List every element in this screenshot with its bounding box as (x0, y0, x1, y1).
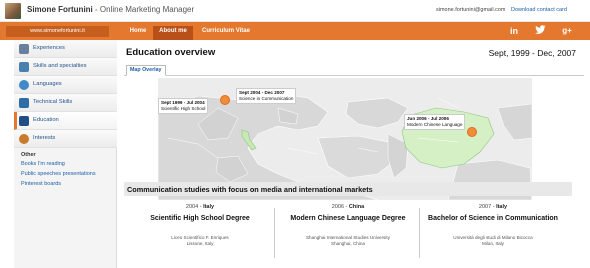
school-info: Liceo Scientifico F. Enriques Lissone, I… (128, 235, 272, 246)
school-city: Shanghai, China (331, 240, 365, 246)
sidebar-item-label: Interests (33, 135, 56, 141)
school-city: Milan, Italy (482, 240, 504, 246)
degree-title: Scientific High School Degree (150, 215, 250, 222)
school-city: Lissone, Italy (186, 240, 214, 246)
sidebar-item-technical-skills[interactable]: Technical Skills (14, 94, 117, 112)
education-icon (19, 116, 29, 126)
callout-desc: Modern Chinese Language (407, 122, 463, 127)
sidebar: Experiences Skills and specialties Langu… (14, 40, 117, 268)
tab-divider (124, 75, 584, 76)
title-separator: - (92, 5, 100, 14)
callout-desc: Scientific High School (161, 106, 206, 111)
nav-home[interactable]: Home (123, 26, 153, 40)
sidebar-item-label: Skills and specialties (33, 63, 87, 69)
education-entry: 2004 - Italy Scientific High School Degr… (128, 201, 272, 268)
map-callout-communication: Sept 2004 - Dec 2007 Science in Communic… (236, 88, 297, 104)
page-title: Education overview (126, 47, 216, 58)
callout-desc: Science in Communication (239, 96, 294, 101)
site-title: Simone Fortunini - Online Marketing Mana… (27, 5, 194, 14)
callout-dates: Jun 2006 - Jul 2006 (407, 116, 449, 121)
main-nav: www.simonefortunini.it Home About me Cur… (0, 22, 590, 40)
callout-dates: Sept 1999 - Jul 2004 (161, 100, 205, 105)
section-header: Communication studies with focus on medi… (124, 182, 572, 196)
map-marker-italy-school[interactable] (220, 95, 230, 105)
education-entry: 2007 - Italy Bachelor of Science in Comm… (421, 201, 565, 268)
country: Italy (496, 204, 508, 210)
school-info: Università degli studi di Milano Bicocca… (421, 235, 565, 246)
year-value: 2007 (478, 204, 492, 210)
callout-dates: Sept 2004 - Dec 2007 (239, 90, 285, 95)
map-callout-high-school: Sept 1999 - Jul 2004 Scientific High Sch… (158, 98, 209, 114)
skills-icon (19, 62, 29, 72)
sidebar-item-skills[interactable]: Skills and specialties (14, 58, 117, 76)
download-contact-card-link[interactable]: Download contact card (511, 7, 567, 13)
degree-title: Modern Chinese Language Degree (290, 215, 406, 222)
page: Simone Fortunini - Online Marketing Mana… (0, 0, 590, 268)
email-address: simone.fortunini@gmail.com (436, 7, 506, 13)
school-name: Shanghai International Studies Universit… (305, 235, 390, 240)
tab-map-overlay[interactable]: Map Overlay (126, 65, 166, 76)
other-link-pinterest[interactable]: Pinterest boards (21, 181, 61, 187)
school-name: Liceo Scientifico F. Enriques (171, 235, 229, 240)
top-header: Simone Fortunini - Online Marketing Mana… (0, 0, 590, 22)
nav-about-me[interactable]: About me (153, 26, 193, 40)
column-divider (274, 208, 275, 258)
other-link-books[interactable]: Books I'm reading (21, 161, 65, 167)
column-divider (419, 208, 420, 258)
country: Italy (203, 204, 215, 210)
section-title: Communication studies with focus on medi… (127, 185, 373, 194)
sidebar-item-experiences[interactable]: Experiences (14, 40, 117, 58)
avatar (5, 3, 21, 19)
sidebar-item-label: Experiences (33, 45, 65, 51)
languages-icon (19, 80, 29, 90)
degree-title: Bachelor of Science in Communication (428, 215, 558, 222)
sidebar-item-languages[interactable]: Languages (14, 76, 117, 94)
sidebar-item-interests[interactable]: Interests (14, 130, 117, 148)
sidebar-item-label: Languages (33, 81, 62, 87)
google-plus-icon[interactable]: g+ (559, 25, 575, 37)
other-link-speeches[interactable]: Public speeches presentations (21, 171, 96, 177)
year-value: 2006 (331, 204, 345, 210)
map-callout-chinese: Jun 2006 - Jul 2006 Modern Chinese Langu… (404, 114, 466, 130)
main-content: Education overview Sept, 1999 - Dec, 200… (122, 40, 584, 268)
experiences-icon (19, 44, 29, 54)
owner-name: Simone Fortunini (27, 5, 93, 14)
education-year: 2004 - Italy (185, 204, 215, 210)
sidebar-item-education[interactable]: Education (14, 112, 117, 130)
linkedin-icon[interactable]: in (508, 25, 520, 37)
school-name: Università degli studi di Milano Bicocca (453, 235, 533, 240)
twitter-icon[interactable] (534, 25, 546, 37)
technical-skills-icon (19, 98, 29, 108)
other-heading: Other (21, 152, 36, 158)
nav-curriculum-vitae[interactable]: Curriculum Vitae (198, 26, 254, 40)
map-marker-china[interactable] (467, 127, 477, 137)
country: China (348, 204, 365, 210)
education-year: 2006 - China (331, 204, 365, 210)
education-entry: 2006 - China Modern Chinese Language Deg… (276, 201, 420, 268)
education-year: 2007 - Italy (478, 204, 508, 210)
sidebar-item-label: Education (33, 117, 59, 123)
sidebar-item-label: Technical Skills (33, 99, 73, 105)
school-info: Shanghai International Studies Universit… (276, 235, 420, 246)
year-value: 2004 (185, 204, 199, 210)
date-range: Sept, 1999 - Dec, 2007 (488, 48, 576, 58)
interests-icon (19, 134, 29, 144)
owner-role: Online Marketing Manager (99, 5, 195, 14)
nav-site-url[interactable]: www.simonefortunini.it (6, 26, 109, 37)
